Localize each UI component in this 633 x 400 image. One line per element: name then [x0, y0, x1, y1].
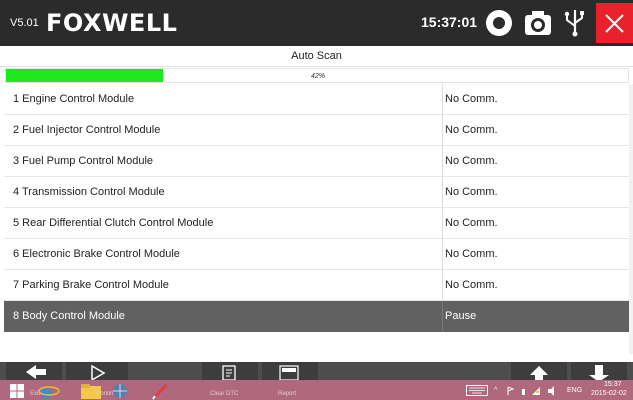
- column-divider: [442, 301, 443, 331]
- module-row[interactable]: 3 Fuel Pump Control Module No Comm.: [4, 146, 629, 177]
- module-row[interactable]: 7 Parking Brake Control Module No Comm.: [4, 270, 629, 301]
- column-divider: [442, 115, 443, 145]
- windows-start-icon[interactable]: [10, 384, 24, 398]
- column-divider: [442, 208, 443, 238]
- back-icon: [26, 365, 46, 379]
- module-status: No Comm.: [445, 248, 498, 260]
- internet-explorer-icon[interactable]: e: [38, 382, 60, 400]
- up-button[interactable]: [511, 362, 567, 382]
- play-button[interactable]: [66, 362, 128, 382]
- scan-progress-bar: 42%: [5, 68, 629, 83]
- up-icon: [530, 366, 548, 382]
- report-label: Report: [278, 391, 297, 397]
- module-row[interactable]: 4 Transmission Control Module No Comm.: [4, 177, 629, 208]
- module-name: 4 Transmission Control Module: [13, 186, 165, 198]
- module-row-selected[interactable]: 8 Body Control Module Pause: [4, 301, 629, 332]
- clear-dtc-label: Clear DTC: [210, 391, 239, 397]
- module-name: 8 Body Control Module: [13, 310, 125, 322]
- clear-dtc-button[interactable]: [202, 362, 258, 382]
- module-name: 7 Parking Brake Control Module: [13, 279, 169, 291]
- module-name: 6 Electronic Brake Control Module: [13, 248, 180, 260]
- play-icon: [91, 364, 106, 382]
- taskbar-clock-time[interactable]: 15:37: [604, 381, 622, 388]
- progress-percent: 42%: [310, 73, 325, 80]
- module-row[interactable]: 6 Electronic Brake Control Module No Com…: [4, 239, 629, 270]
- module-status: No Comm.: [445, 124, 498, 136]
- module-name: 5 Rear Differential Clutch Control Modul…: [13, 217, 214, 229]
- app-globe-icon[interactable]: [112, 383, 128, 399]
- column-divider: [442, 239, 443, 269]
- paint-icon[interactable]: [150, 382, 174, 400]
- close-icon: [605, 14, 624, 33]
- usb-icon: [560, 8, 590, 38]
- download-button[interactable]: [571, 362, 627, 382]
- svg-text:e: e: [40, 382, 52, 400]
- module-status: No Comm.: [445, 155, 498, 167]
- module-row[interactable]: 2 Fuel Injector Control Module No Comm.: [4, 115, 629, 146]
- module-list: 1 Engine Control Module No Comm. 2 Fuel …: [4, 84, 629, 332]
- module-status: No Comm.: [445, 217, 498, 229]
- module-name: 1 Engine Control Module: [13, 93, 135, 105]
- report-button[interactable]: [262, 362, 318, 382]
- taskbar-clock-date[interactable]: 2015-02-02: [591, 390, 627, 397]
- system-tray-icons: [507, 386, 554, 396]
- back-button[interactable]: [6, 362, 62, 382]
- module-status: No Comm.: [445, 93, 498, 105]
- keyboard-icon[interactable]: [466, 385, 488, 396]
- module-name: 2 Fuel Injector Control Module: [13, 124, 161, 136]
- close-button[interactable]: [596, 3, 633, 43]
- version-label: V5.01: [10, 17, 39, 29]
- module-status: No Comm.: [445, 186, 498, 198]
- column-divider: [442, 146, 443, 176]
- header-bar: V5.01 FOXWELL 15:37:01: [0, 0, 633, 46]
- tray-expand-icon[interactable]: ^: [494, 387, 497, 394]
- module-row[interactable]: 5 Rear Differential Clutch Control Modul…: [4, 208, 629, 239]
- language-indicator[interactable]: ENG: [567, 387, 582, 394]
- camera-icon[interactable]: [523, 8, 553, 38]
- column-divider: [442, 177, 443, 207]
- report-icon: [279, 365, 299, 381]
- column-divider: [442, 270, 443, 300]
- download-icon: [589, 365, 609, 382]
- page-title: Auto Scan: [0, 46, 633, 67]
- module-row[interactable]: 1 Engine Control Module No Comm.: [4, 84, 629, 115]
- clock-display: 15:37:01: [421, 14, 478, 30]
- record-icon[interactable]: [484, 8, 514, 38]
- module-status: Pause: [445, 310, 477, 322]
- clear-dtc-icon: [222, 365, 236, 381]
- list-scrollbar[interactable]: [629, 84, 633, 354]
- module-status: No Comm.: [445, 279, 498, 291]
- foxwell-logo: FOXWELL: [46, 9, 178, 37]
- module-name: 3 Fuel Pump Control Module: [13, 155, 154, 167]
- column-divider: [442, 84, 443, 114]
